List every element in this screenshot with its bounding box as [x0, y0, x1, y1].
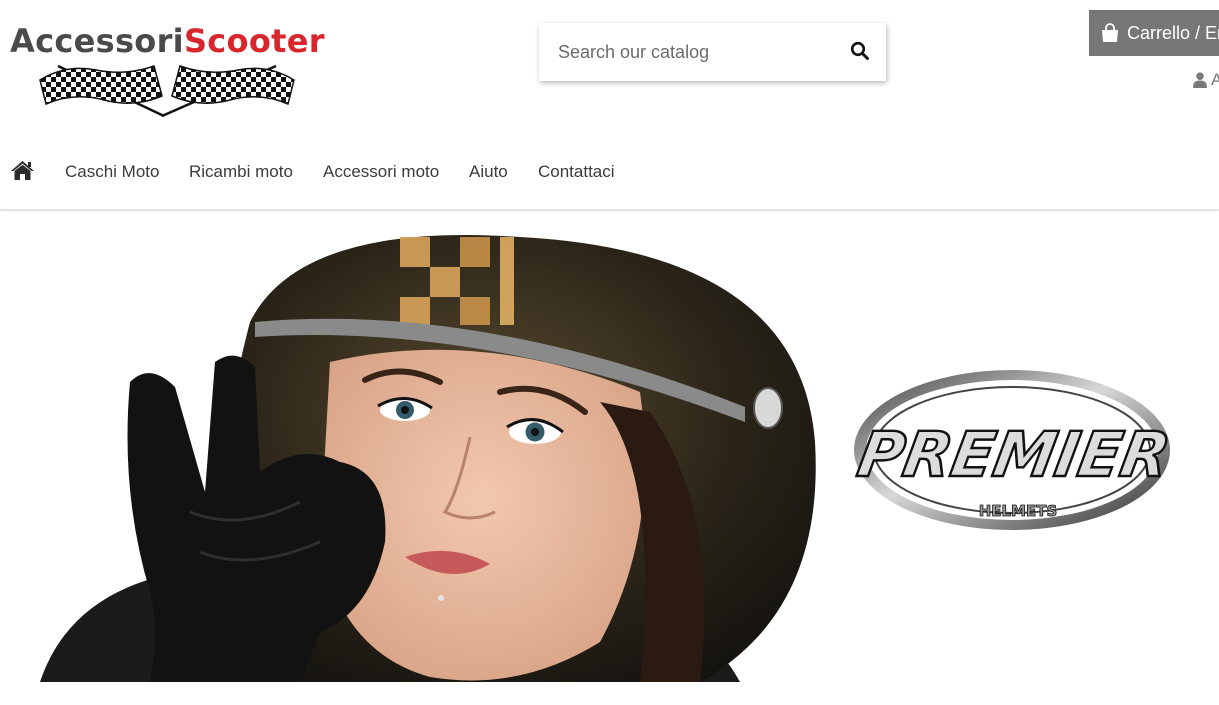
cart-label: Carrello / Em: [1127, 23, 1219, 43]
helmet-rider-photo: [40, 235, 816, 682]
site-logo[interactable]: AccessoriScooter: [10, 22, 325, 118]
hero-banner[interactable]: PREMIER HELMETS: [0, 212, 1219, 705]
logo-text-part1: Accessori: [10, 22, 184, 60]
search-icon: [850, 41, 869, 60]
premier-helmets-logo: PREMIER HELMETS: [851, 370, 1177, 530]
header-divider: [0, 209, 1219, 211]
shopping-bag-icon: [1102, 23, 1118, 42]
home-icon: [11, 161, 34, 180]
logo-text: AccessoriScooter: [10, 22, 325, 60]
user-icon: [1193, 72, 1207, 88]
account-link[interactable]: Ac: [1193, 70, 1219, 90]
nav-item-ricambi-moto[interactable]: Ricambi moto: [189, 162, 293, 182]
main-navigation: Caschi Moto Ricambi moto Accessori moto …: [0, 150, 1219, 194]
search-button[interactable]: [850, 41, 872, 63]
account-label: Ac: [1211, 70, 1219, 89]
home-link[interactable]: [10, 160, 35, 182]
search-input[interactable]: [539, 23, 829, 81]
search-bar: [539, 23, 886, 81]
checkered-flags-icon: [39, 64, 295, 118]
premier-brand-text: PREMIER: [852, 418, 1175, 490]
nav-item-caschi-moto[interactable]: Caschi Moto: [65, 162, 159, 182]
nav-item-accessori-moto[interactable]: Accessori moto: [323, 162, 439, 182]
premier-sub-text: HELMETS: [979, 502, 1058, 520]
logo-text-part2: Scooter: [183, 22, 325, 60]
nav-item-aiuto[interactable]: Aiuto: [469, 162, 508, 182]
cart-button[interactable]: Carrello / Em: [1089, 10, 1219, 56]
nav-item-contattaci[interactable]: Contattaci: [538, 162, 615, 182]
